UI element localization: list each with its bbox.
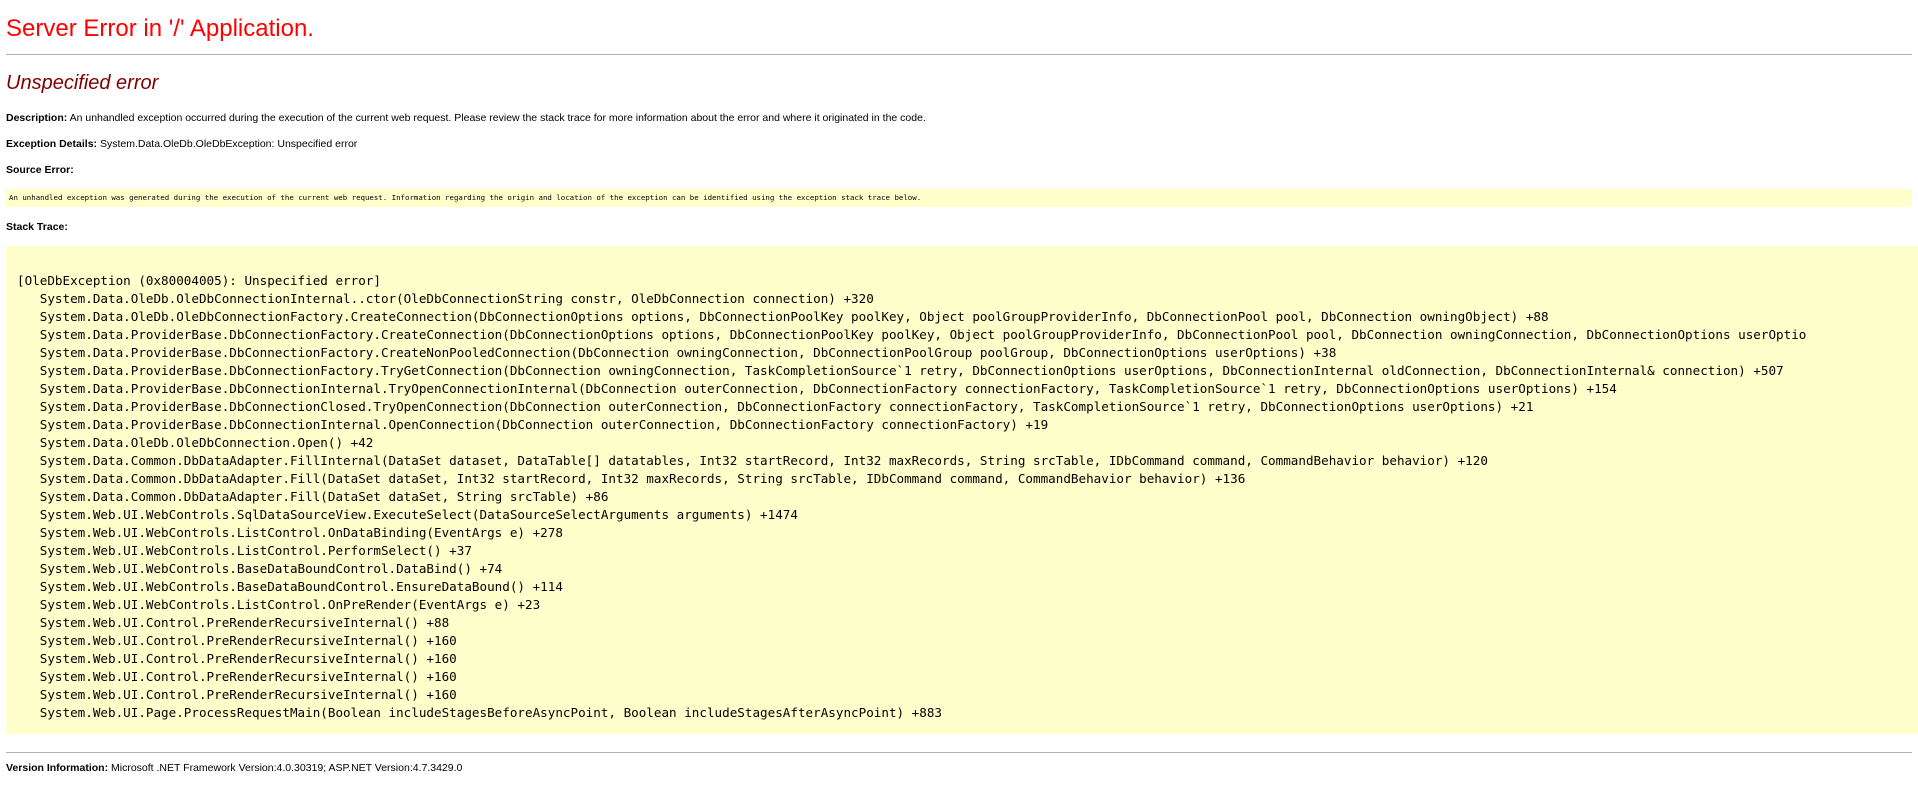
stack-trace-frame: System.Data.OleDb.OleDbConnectionFactory… <box>17 309 1549 324</box>
source-error-label: Source Error: <box>6 164 74 176</box>
stack-trace-label: Stack Trace: <box>6 221 68 233</box>
stack-trace-frame: System.Web.UI.WebControls.SqlDataSourceV… <box>17 507 798 522</box>
exception-details-text: System.Data.OleDb.OleDbException: Unspec… <box>97 138 358 150</box>
footer-divider <box>6 752 1912 753</box>
source-error-line: Source Error: <box>6 163 74 177</box>
stack-trace-frame: System.Data.Common.DbDataAdapter.FillInt… <box>17 453 1488 468</box>
stack-trace-frame: System.Web.UI.Control.PreRenderRecursive… <box>17 687 457 702</box>
page-title: Server Error in '/' Application. <box>6 15 314 42</box>
exception-details-label: Exception Details: <box>6 138 98 150</box>
stack-trace-frame: System.Web.UI.Control.PreRenderRecursive… <box>17 615 450 630</box>
stack-trace-frame: System.Web.UI.Control.PreRenderRecursive… <box>17 651 457 666</box>
description-line: Description: An unhandled exception occu… <box>6 111 926 125</box>
stack-trace-frame: System.Web.UI.WebControls.BaseDataBoundC… <box>17 579 563 594</box>
exception-details-line: Exception Details: System.Data.OleDb.Ole… <box>6 137 357 151</box>
stack-trace-frame: System.Web.UI.Page.ProcessRequestMain(Bo… <box>17 705 943 720</box>
description-label: Description: <box>6 112 68 124</box>
description-text: An unhandled exception occurred during t… <box>67 112 926 124</box>
stack-trace-frame: System.Web.UI.Control.PreRenderRecursive… <box>17 669 457 684</box>
stack-trace-frame: System.Data.Common.DbDataAdapter.Fill(Da… <box>17 471 1246 486</box>
source-error-box: An unhandled exception was generated dur… <box>6 189 1912 207</box>
version-information-label: Version Information: <box>6 762 109 774</box>
stack-trace-frame: System.Data.ProviderBase.DbConnectionInt… <box>17 417 1049 432</box>
stack-trace-line: Stack Trace: <box>6 220 68 234</box>
version-information-line: Version Information: Microsoft .NET Fram… <box>6 761 462 775</box>
stack-trace-frame: [OleDbException (0x80004005): Unspecifie… <box>17 273 381 288</box>
stack-trace-frame: System.Web.UI.WebControls.ListControl.On… <box>17 597 541 612</box>
stack-trace-text: [OleDbException (0x80004005): Unspecifie… <box>17 272 1806 722</box>
title-divider <box>6 54 1912 55</box>
stack-trace-frame: System.Data.ProviderBase.DbConnectionInt… <box>17 381 1617 396</box>
stack-trace-frame: System.Data.Common.DbDataAdapter.Fill(Da… <box>17 489 609 504</box>
stack-trace-frame: System.Web.UI.Control.PreRenderRecursive… <box>17 633 457 648</box>
stack-trace-frame: System.Web.UI.WebControls.ListControl.Pe… <box>17 543 472 558</box>
stack-trace-frame: System.Data.OleDb.OleDbConnectionInterna… <box>17 291 874 306</box>
stack-trace-frame: System.Web.UI.WebControls.ListControl.On… <box>17 525 563 540</box>
stack-trace-frame: System.Data.ProviderBase.DbConnectionClo… <box>17 399 1534 414</box>
stack-trace-frame: System.Data.ProviderBase.DbConnectionFac… <box>17 363 1784 378</box>
stack-trace-frame: System.Data.OleDb.OleDbConnection.Open()… <box>17 435 374 450</box>
stack-trace-frame: System.Data.ProviderBase.DbConnectionFac… <box>17 327 1807 342</box>
stack-trace-frame: System.Web.UI.WebControls.BaseDataBoundC… <box>17 561 503 576</box>
stack-trace-box: [OleDbException (0x80004005): Unspecifie… <box>6 246 1918 734</box>
source-error-text: An unhandled exception was generated dur… <box>9 193 922 202</box>
error-heading: Unspecified error <box>6 72 159 94</box>
stack-trace-frame: System.Data.ProviderBase.DbConnectionFac… <box>17 345 1337 360</box>
version-information-text: Microsoft .NET Framework Version:4.0.303… <box>108 762 463 774</box>
